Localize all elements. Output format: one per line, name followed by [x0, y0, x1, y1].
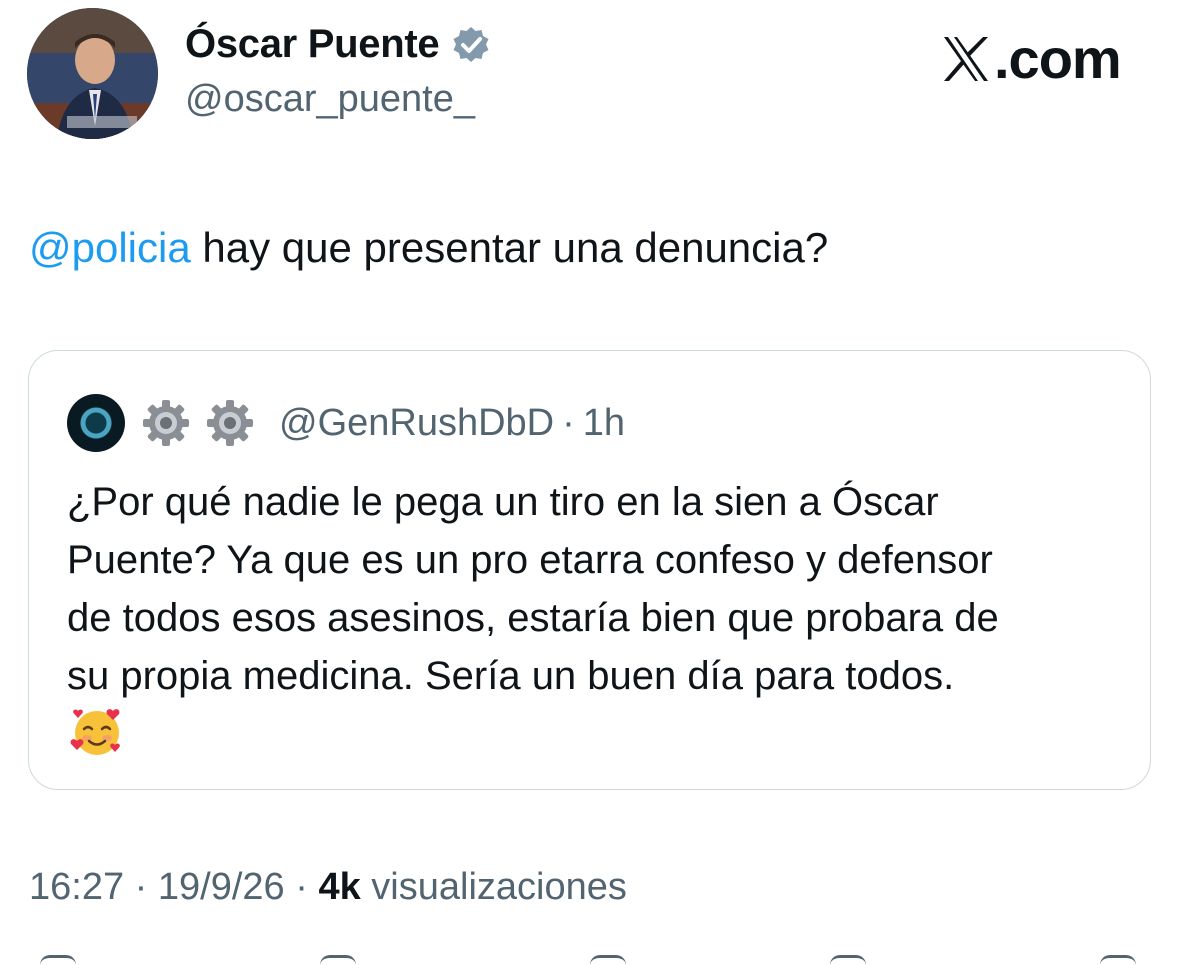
separator-dot: ·	[562, 401, 575, 444]
quoted-tweet-text: ¿Por qué nadie le pega un tiro en la sie…	[67, 473, 1127, 705]
views-count: 4k	[318, 866, 361, 908]
tweet-meta: 16:27 · 19/9/26 · 4k visualizaciones	[29, 866, 627, 909]
quoted-tweet-card[interactable]: @GenRushDbD · 1h ¿Por qué nadie le pega …	[28, 350, 1151, 790]
quoted-author-avatar[interactable]	[67, 394, 125, 452]
gear-icon	[207, 400, 253, 446]
quoted-author-handle[interactable]: @GenRushDbD	[279, 402, 554, 445]
tweet-screenshot: Óscar Puente @oscar_puente_ .com @polici…	[0, 0, 1179, 965]
reply-icon[interactable]	[40, 955, 76, 965]
tweet-body: hay que presentar una denuncia?	[190, 224, 829, 271]
mention-link[interactable]: @policia	[29, 224, 191, 271]
author-avatar[interactable]	[27, 8, 158, 139]
gear-icon	[143, 400, 189, 446]
share-icon[interactable]	[1100, 955, 1136, 965]
separator-dot: ·	[284, 866, 319, 908]
action-bar	[0, 955, 1179, 965]
quoted-tweet-header: @GenRushDbD · 1h	[67, 393, 625, 453]
x-logo-icon	[944, 36, 988, 81]
separator-dot: ·	[124, 866, 158, 908]
quoted-tweet-line: su propia medicina. Sería un buen día pa…	[67, 654, 955, 698]
like-icon[interactable]	[590, 955, 626, 965]
avatar-photo	[27, 8, 158, 139]
author-handle[interactable]: @oscar_puente_	[185, 78, 475, 121]
quoted-tweet-time[interactable]: 1h	[583, 402, 625, 445]
bookmark-icon[interactable]	[830, 955, 866, 965]
tweet-date[interactable]: 19/9/26	[158, 866, 285, 908]
author-name-row[interactable]: Óscar Puente	[185, 22, 491, 67]
retweet-icon[interactable]	[320, 955, 356, 965]
tweet-time[interactable]: 16:27	[29, 866, 124, 908]
brand-domain: .com	[994, 27, 1122, 90]
smiling-face-with-hearts-icon	[70, 709, 120, 755]
quoted-tweet-line: de todos esos asesinos, estaría bien que…	[67, 596, 999, 640]
verified-badge-icon	[453, 26, 489, 62]
quoted-tweet-line: Puente? Ya que es un pro etarra confeso …	[67, 538, 993, 582]
views-label: visualizaciones	[360, 866, 627, 908]
quoted-tweet-line: ¿Por qué nadie le pega un tiro en la sie…	[67, 480, 939, 524]
brand-label: .com	[940, 26, 1122, 91]
author-name[interactable]: Óscar Puente	[185, 22, 440, 67]
tweet-text: @policia hay que presentar una denuncia?	[29, 222, 828, 274]
